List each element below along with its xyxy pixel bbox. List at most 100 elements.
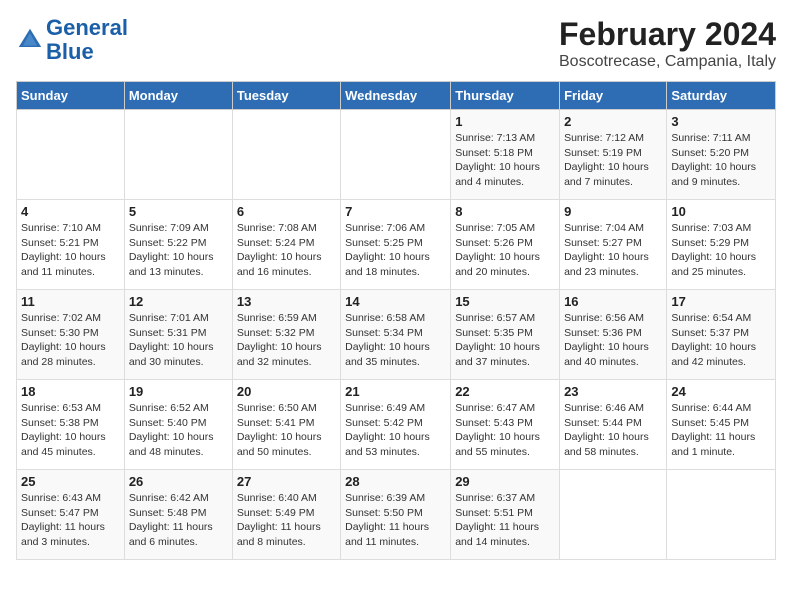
calendar-cell: 3 Sunrise: 7:11 AM Sunset: 5:20 PM Daylig… (667, 110, 776, 200)
day-info: Sunrise: 7:08 AM Sunset: 5:24 PM Dayligh… (237, 221, 336, 280)
calendar-cell: 21 Sunrise: 6:49 AM Sunset: 5:42 PM Dayli… (341, 380, 451, 470)
day-info: Sunrise: 7:10 AM Sunset: 5:21 PM Dayligh… (21, 221, 120, 280)
day-info: Sunrise: 6:44 AM Sunset: 5:45 PM Dayligh… (671, 401, 771, 460)
calendar-table: SundayMondayTuesdayWednesdayThursdayFrid… (16, 81, 776, 560)
day-info: Sunrise: 7:03 AM Sunset: 5:29 PM Dayligh… (671, 221, 771, 280)
day-number: 14 (345, 294, 446, 309)
week-row-2: 4 Sunrise: 7:10 AM Sunset: 5:21 PM Daylig… (17, 200, 776, 290)
day-number: 3 (671, 114, 771, 129)
day-info: Sunrise: 6:47 AM Sunset: 5:43 PM Dayligh… (455, 401, 555, 460)
week-row-4: 18 Sunrise: 6:53 AM Sunset: 5:38 PM Dayli… (17, 380, 776, 470)
calendar-cell: 23 Sunrise: 6:46 AM Sunset: 5:44 PM Dayli… (560, 380, 667, 470)
calendar-cell (667, 470, 776, 560)
logo-icon (16, 26, 44, 54)
day-number: 2 (564, 114, 662, 129)
calendar-cell: 13 Sunrise: 6:59 AM Sunset: 5:32 PM Dayli… (232, 290, 340, 380)
calendar-cell: 17 Sunrise: 6:54 AM Sunset: 5:37 PM Dayli… (667, 290, 776, 380)
day-number: 27 (237, 474, 336, 489)
day-number: 8 (455, 204, 555, 219)
day-number: 13 (237, 294, 336, 309)
calendar-cell: 6 Sunrise: 7:08 AM Sunset: 5:24 PM Daylig… (232, 200, 340, 290)
day-info: Sunrise: 6:56 AM Sunset: 5:36 PM Dayligh… (564, 311, 662, 370)
day-info: Sunrise: 7:05 AM Sunset: 5:26 PM Dayligh… (455, 221, 555, 280)
weekday-header-friday: Friday (560, 82, 667, 110)
main-title: February 2024 (559, 16, 776, 53)
day-info: Sunrise: 7:04 AM Sunset: 5:27 PM Dayligh… (564, 221, 662, 280)
day-number: 19 (129, 384, 228, 399)
day-number: 21 (345, 384, 446, 399)
logo: General Blue (16, 16, 128, 64)
day-info: Sunrise: 7:09 AM Sunset: 5:22 PM Dayligh… (129, 221, 228, 280)
weekday-header-row: SundayMondayTuesdayWednesdayThursdayFrid… (17, 82, 776, 110)
calendar-cell: 24Sunrise: 6:44 AM Sunset: 5:45 PM Dayli… (667, 380, 776, 470)
day-info: Sunrise: 6:54 AM Sunset: 5:37 PM Dayligh… (671, 311, 771, 370)
location-subtitle: Boscotrecase, Campania, Italy (559, 53, 776, 71)
weekday-header-tuesday: Tuesday (232, 82, 340, 110)
week-row-5: 25Sunrise: 6:43 AM Sunset: 5:47 PM Dayli… (17, 470, 776, 560)
calendar-cell: 8 Sunrise: 7:05 AM Sunset: 5:26 PM Daylig… (451, 200, 560, 290)
calendar-cell (232, 110, 340, 200)
day-info: Sunrise: 6:37 AM Sunset: 5:51 PM Dayligh… (455, 491, 555, 550)
weekday-header-wednesday: Wednesday (341, 82, 451, 110)
day-number: 18 (21, 384, 120, 399)
day-info: Sunrise: 6:40 AM Sunset: 5:49 PM Dayligh… (237, 491, 336, 550)
day-info: Sunrise: 6:59 AM Sunset: 5:32 PM Dayligh… (237, 311, 336, 370)
week-row-3: 11 Sunrise: 7:02 AM Sunset: 5:30 PM Dayli… (17, 290, 776, 380)
day-number: 25 (21, 474, 120, 489)
calendar-cell: 19 Sunrise: 6:52 AM Sunset: 5:40 PM Dayli… (124, 380, 232, 470)
day-info: Sunrise: 7:11 AM Sunset: 5:20 PM Dayligh… (671, 131, 771, 190)
calendar-cell: 11 Sunrise: 7:02 AM Sunset: 5:30 PM Dayli… (17, 290, 125, 380)
page-header: General Blue February 2024 Boscotrecase,… (16, 16, 776, 71)
calendar-cell: 10Sunrise: 7:03 AM Sunset: 5:29 PM Dayli… (667, 200, 776, 290)
calendar-cell (17, 110, 125, 200)
day-number: 9 (564, 204, 662, 219)
day-number: 22 (455, 384, 555, 399)
day-number: 16 (564, 294, 662, 309)
day-number: 26 (129, 474, 228, 489)
day-info: Sunrise: 7:01 AM Sunset: 5:31 PM Dayligh… (129, 311, 228, 370)
calendar-cell: 5 Sunrise: 7:09 AM Sunset: 5:22 PM Daylig… (124, 200, 232, 290)
calendar-cell: 15 Sunrise: 6:57 AM Sunset: 5:35 PM Dayli… (451, 290, 560, 380)
calendar-cell: 22 Sunrise: 6:47 AM Sunset: 5:43 PM Dayli… (451, 380, 560, 470)
day-info: Sunrise: 7:12 AM Sunset: 5:19 PM Dayligh… (564, 131, 662, 190)
day-number: 28 (345, 474, 446, 489)
day-number: 15 (455, 294, 555, 309)
day-number: 11 (21, 294, 120, 309)
day-info: Sunrise: 6:57 AM Sunset: 5:35 PM Dayligh… (455, 311, 555, 370)
calendar-cell: 14 Sunrise: 6:58 AM Sunset: 5:34 PM Dayli… (341, 290, 451, 380)
day-number: 20 (237, 384, 336, 399)
day-info: Sunrise: 6:50 AM Sunset: 5:41 PM Dayligh… (237, 401, 336, 460)
calendar-cell: 26 Sunrise: 6:42 AM Sunset: 5:48 PM Dayli… (124, 470, 232, 560)
day-info: Sunrise: 6:42 AM Sunset: 5:48 PM Dayligh… (129, 491, 228, 550)
day-number: 1 (455, 114, 555, 129)
day-number: 23 (564, 384, 662, 399)
calendar-body: 1 Sunrise: 7:13 AM Sunset: 5:18 PM Daylig… (17, 110, 776, 560)
calendar-cell: 4 Sunrise: 7:10 AM Sunset: 5:21 PM Daylig… (17, 200, 125, 290)
day-number: 4 (21, 204, 120, 219)
calendar-cell: 29 Sunrise: 6:37 AM Sunset: 5:51 PM Dayli… (451, 470, 560, 560)
logo-text: General Blue (46, 16, 128, 64)
calendar-cell: 25Sunrise: 6:43 AM Sunset: 5:47 PM Dayli… (17, 470, 125, 560)
day-info: Sunrise: 7:02 AM Sunset: 5:30 PM Dayligh… (21, 311, 120, 370)
calendar-cell (341, 110, 451, 200)
weekday-header-sunday: Sunday (17, 82, 125, 110)
day-info: Sunrise: 6:52 AM Sunset: 5:40 PM Dayligh… (129, 401, 228, 460)
day-number: 7 (345, 204, 446, 219)
calendar-cell: 2 Sunrise: 7:12 AM Sunset: 5:19 PM Daylig… (560, 110, 667, 200)
day-info: Sunrise: 6:49 AM Sunset: 5:42 PM Dayligh… (345, 401, 446, 460)
calendar-cell: 7Sunrise: 7:06 AM Sunset: 5:25 PM Daylig… (341, 200, 451, 290)
day-number: 6 (237, 204, 336, 219)
title-area: February 2024 Boscotrecase, Campania, It… (559, 16, 776, 71)
calendar-cell: 27 Sunrise: 6:40 AM Sunset: 5:49 PM Dayli… (232, 470, 340, 560)
day-number: 5 (129, 204, 228, 219)
week-row-1: 1 Sunrise: 7:13 AM Sunset: 5:18 PM Daylig… (17, 110, 776, 200)
day-info: Sunrise: 6:58 AM Sunset: 5:34 PM Dayligh… (345, 311, 446, 370)
day-number: 12 (129, 294, 228, 309)
calendar-cell: 16 Sunrise: 6:56 AM Sunset: 5:36 PM Dayli… (560, 290, 667, 380)
day-number: 17 (671, 294, 771, 309)
day-info: Sunrise: 7:13 AM Sunset: 5:18 PM Dayligh… (455, 131, 555, 190)
day-info: Sunrise: 6:53 AM Sunset: 5:38 PM Dayligh… (21, 401, 120, 460)
day-number: 29 (455, 474, 555, 489)
weekday-header-thursday: Thursday (451, 82, 560, 110)
day-info: Sunrise: 6:46 AM Sunset: 5:44 PM Dayligh… (564, 401, 662, 460)
